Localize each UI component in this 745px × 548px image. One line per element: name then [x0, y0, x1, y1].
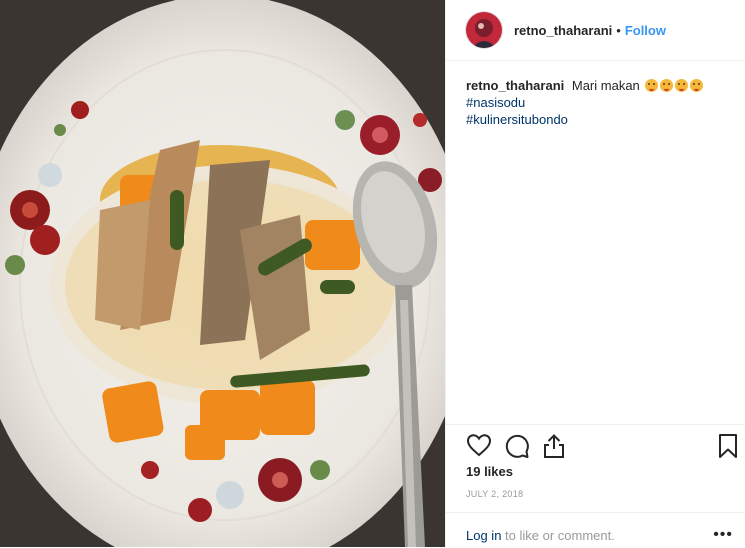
share-icon[interactable] — [542, 433, 566, 459]
caption-text: Mari makan — [571, 78, 640, 93]
login-prompt-text: to like or comment. — [501, 528, 615, 543]
post-caption: retno_thaharani Mari makan #nasisodu #ku… — [446, 61, 745, 128]
caption-username[interactable]: retno_thaharani — [466, 78, 564, 93]
face-savoring-food-emoji — [660, 79, 674, 92]
post-header: retno_thaharani • Follow — [446, 0, 745, 61]
heart-icon[interactable] — [466, 433, 492, 457]
follow-button[interactable]: Follow — [625, 23, 666, 38]
more-icon[interactable]: ••• — [713, 526, 733, 544]
post-details-panel: retno_thaharani • Follow retno_thaharani… — [445, 0, 745, 547]
comment-icon[interactable] — [504, 433, 530, 459]
username[interactable]: retno_thaharani — [514, 23, 612, 38]
face-savoring-food-emoji — [645, 79, 659, 92]
food-photo-image — [0, 0, 445, 547]
face-savoring-food-emoji — [690, 79, 704, 92]
post-date: JULY 2, 2018 — [466, 489, 524, 499]
login-footer: Log in to like or comment. ••• — [446, 512, 745, 548]
bookmark-icon[interactable] — [718, 433, 738, 459]
login-link[interactable]: Log in — [466, 528, 501, 543]
action-bar — [446, 424, 745, 467]
login-prompt: Log in to like or comment. — [466, 528, 615, 543]
hashtag-link[interactable]: #nasisodu — [466, 94, 745, 111]
separator-dot: • — [616, 22, 621, 38]
likes-count[interactable]: 19 likes — [466, 464, 513, 479]
face-savoring-food-emoji — [675, 79, 689, 92]
post-photo[interactable] — [0, 0, 445, 547]
avatar-image — [466, 12, 502, 48]
avatar[interactable] — [466, 12, 502, 48]
hashtag-link[interactable]: #kulinersitubondo — [466, 111, 745, 128]
